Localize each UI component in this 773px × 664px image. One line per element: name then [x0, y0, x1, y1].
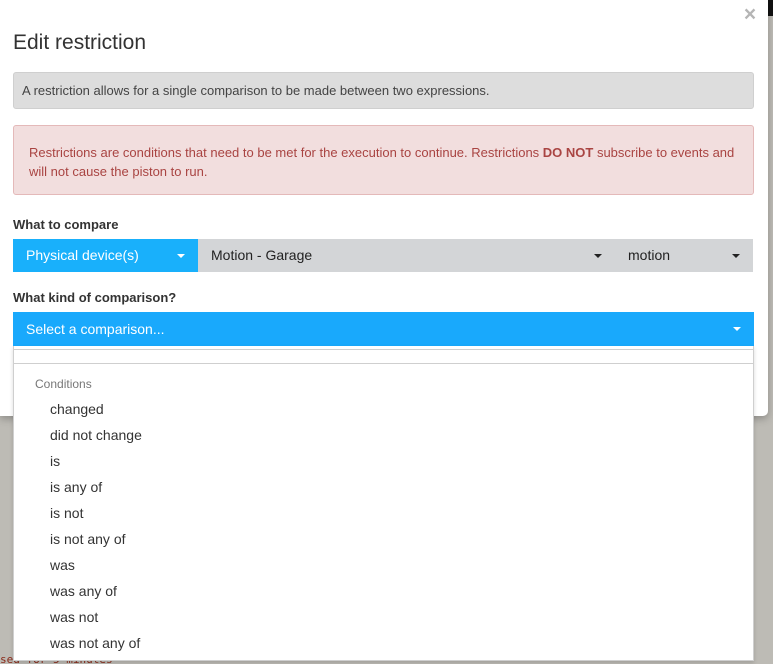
chevron-down-icon: [594, 254, 602, 258]
options-list: changed did not change is is any of is n…: [14, 396, 753, 656]
operand-type-value: Physical device(s): [26, 247, 139, 263]
modal-title: Edit restriction: [13, 31, 147, 54]
attribute-value: motion: [628, 247, 671, 263]
option-group-label: Conditions: [35, 377, 92, 391]
option-item[interactable]: is not: [14, 500, 753, 526]
dropdown-search-input[interactable]: [14, 349, 753, 364]
option-item[interactable]: was not any of: [14, 630, 753, 656]
device-select[interactable]: Motion - Garage: [198, 239, 615, 272]
comparison-select[interactable]: Select a comparison...: [13, 312, 754, 346]
option-item[interactable]: was: [14, 552, 753, 578]
option-item[interactable]: is not any of: [14, 526, 753, 552]
close-icon[interactable]: ×: [741, 4, 759, 26]
alert-text-before: Restrictions are conditions that need to…: [29, 145, 543, 160]
option-item[interactable]: was not: [14, 604, 753, 630]
option-item[interactable]: is any of: [14, 474, 753, 500]
option-item[interactable]: is: [14, 448, 753, 474]
attribute-select[interactable]: motion: [615, 239, 753, 272]
device-value: Motion - Garage: [211, 247, 313, 263]
comparison-dropdown: Conditions changed did not change is is …: [13, 346, 754, 661]
alert-text-bold: DO NOT: [542, 145, 594, 160]
operand-type-select[interactable]: Physical device(s): [13, 239, 198, 272]
info-box: A restriction allows for a single compar…: [13, 72, 754, 109]
comparison-kind-label: What kind of comparison?: [13, 290, 177, 305]
chevron-down-icon: [177, 254, 185, 258]
comparison-placeholder: Select a comparison...: [26, 321, 165, 337]
option-item[interactable]: was any of: [14, 578, 753, 604]
option-item[interactable]: changed: [14, 396, 753, 422]
option-item[interactable]: did not change: [14, 422, 753, 448]
alert-box: Restrictions are conditions that need to…: [13, 125, 754, 195]
chevron-down-icon: [733, 327, 741, 331]
what-to-compare-label: What to compare: [13, 217, 119, 232]
chevron-down-icon: [732, 254, 740, 258]
